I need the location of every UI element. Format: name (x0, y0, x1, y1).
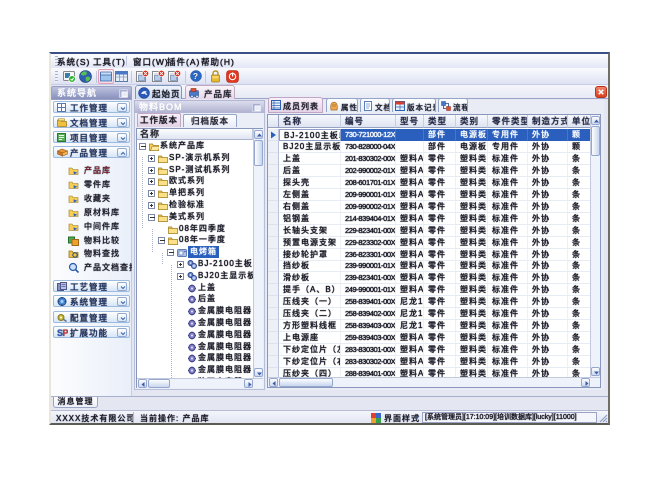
svg-text:?: ? (193, 71, 199, 81)
svg-text:P: P (63, 328, 69, 337)
